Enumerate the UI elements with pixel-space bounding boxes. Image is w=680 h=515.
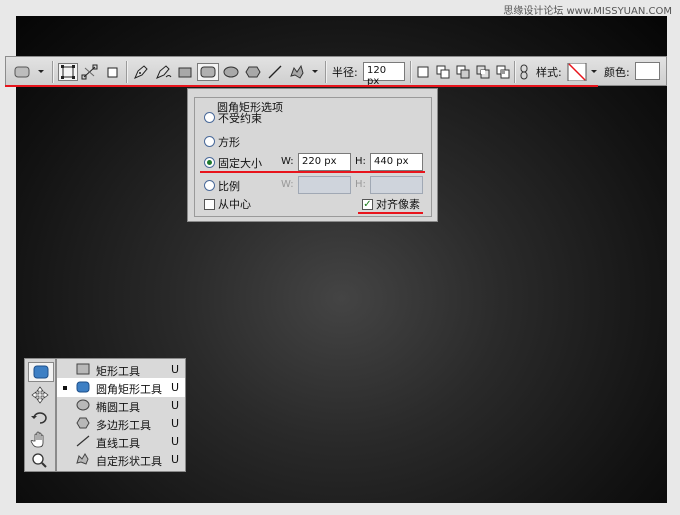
ellipse-tool-icon[interactable] <box>221 63 241 81</box>
radio-proportional[interactable] <box>204 180 215 191</box>
toolbox-strip <box>24 358 56 472</box>
flyout-item-ellipse[interactable]: 椭圆工具 U <box>57 396 185 415</box>
highlight-underline-fixed-size <box>200 171 425 173</box>
flyout-item-label: 多边形工具 <box>96 419 151 432</box>
fixed-h-label: H: <box>355 156 366 167</box>
flyout-item-polygon[interactable]: 多边形工具 U <box>57 414 185 433</box>
flyout-item-label: 矩形工具 <box>96 365 140 378</box>
custom-shape-tool-icon[interactable] <box>287 63 321 81</box>
paths-icon[interactable] <box>80 63 100 81</box>
tool-preset-picker[interactable] <box>10 63 46 81</box>
watermark: 思缘设计论坛 www.MISSYUAN.COM <box>503 6 672 17</box>
color-label: 颜色: <box>604 66 630 79</box>
flyout-item-shortcut: U <box>171 417 180 430</box>
rounded-rectangle-tool-icon[interactable] <box>197 63 219 81</box>
ellipse-icon <box>76 399 90 411</box>
flyout-item-label: 直线工具 <box>96 437 140 450</box>
pen-tool-icon[interactable] <box>131 63 151 81</box>
label-proportional: 比例 <box>218 180 240 193</box>
flyout-item-label: 椭圆工具 <box>96 401 140 414</box>
prop-w-label: W: <box>281 179 294 190</box>
radius-label: 半径: <box>332 66 358 79</box>
highlight-underline-optionsbar <box>5 85 598 87</box>
link-icon[interactable] <box>517 63 531 81</box>
rotate-view-icon[interactable] <box>28 409 54 429</box>
flyout-item-shortcut: U <box>171 363 180 376</box>
subtract-from-shape-area-icon[interactable] <box>454 63 472 81</box>
rounded-rectangle-icon <box>76 381 90 393</box>
radio-unconstrained[interactable] <box>204 112 215 123</box>
fixed-height-input[interactable]: 440 px <box>370 153 423 171</box>
proportional-width-input[interactable] <box>298 176 351 194</box>
flyout-item-label: 圆角矩形工具 <box>96 383 162 396</box>
flyout-item-shortcut: U <box>171 399 180 412</box>
style-label: 样式: <box>536 66 562 79</box>
fixed-w-label: W: <box>281 156 294 167</box>
polygon-tool-icon[interactable] <box>243 63 263 81</box>
rectangle-icon <box>76 363 90 375</box>
label-snap-to-pixels: 对齐像素 <box>376 198 420 211</box>
radius-input[interactable]: 120 px <box>363 62 405 87</box>
style-picker[interactable] <box>567 62 603 82</box>
flyout-item-shortcut: U <box>171 435 180 448</box>
intersect-shape-areas-icon[interactable] <box>474 63 492 81</box>
move-tool-icon[interactable] <box>28 386 54 406</box>
rounded-rect-options-panel: 圆角矩形选项 不受约束 方形 固定大小 W: 220 px H: 440 px … <box>187 88 438 222</box>
flyout-item-custom-shape[interactable]: 自定形状工具 U <box>57 450 185 469</box>
proportional-height-input[interactable] <box>370 176 423 194</box>
line-icon <box>76 435 90 447</box>
snap-to-pixels-checkbox[interactable]: ✓ <box>362 199 373 210</box>
polygon-icon <box>76 417 90 429</box>
flyout-item-line[interactable]: 直线工具 U <box>57 432 185 451</box>
prop-h-label: H: <box>355 179 366 190</box>
flyout-item-rectangle[interactable]: 矩形工具 U <box>57 360 185 379</box>
highlight-underline-snap <box>358 212 423 214</box>
label-fixed-size: 固定大小 <box>218 157 262 170</box>
shape-tool-flyout: 矩形工具 U 圆角矩形工具 U 椭圆工具 U 多边形工具 U 直线工具 U 自定… <box>56 358 186 472</box>
hand-tool-icon[interactable] <box>28 431 54 451</box>
selected-dot-icon <box>63 386 67 390</box>
zoom-tool-icon[interactable] <box>28 452 54 472</box>
flyout-item-shortcut: U <box>171 381 180 394</box>
label-from-center: 从中心 <box>218 198 251 211</box>
shape-layers-icon[interactable] <box>58 63 78 81</box>
label-square: 方形 <box>218 136 240 149</box>
from-center-checkbox[interactable] <box>204 199 215 210</box>
radio-square[interactable] <box>204 136 215 147</box>
freeform-pen-icon[interactable] <box>153 63 173 81</box>
custom-shape-icon <box>76 453 89 465</box>
fill-pixels-icon[interactable] <box>102 63 122 81</box>
fixed-width-input[interactable]: 220 px <box>298 153 351 171</box>
color-swatch[interactable] <box>635 62 660 80</box>
flyout-item-label: 自定形状工具 <box>96 455 162 468</box>
radio-fixed-size[interactable] <box>204 157 215 168</box>
flyout-item-rounded-rectangle[interactable]: 圆角矩形工具 U <box>57 378 185 397</box>
exclude-overlapping-areas-icon[interactable] <box>494 63 512 81</box>
options-bar: 半径: 120 px 样式: 颜色: <box>5 56 667 87</box>
add-to-shape-area-icon[interactable] <box>434 63 452 81</box>
rectangle-tool-icon[interactable] <box>175 63 195 81</box>
line-tool-icon[interactable] <box>265 63 285 81</box>
flyout-item-shortcut: U <box>171 453 180 466</box>
shape-tool-button[interactable] <box>28 362 54 382</box>
label-unconstrained: 不受约束 <box>218 112 262 125</box>
new-shape-layer-icon[interactable] <box>414 63 432 81</box>
